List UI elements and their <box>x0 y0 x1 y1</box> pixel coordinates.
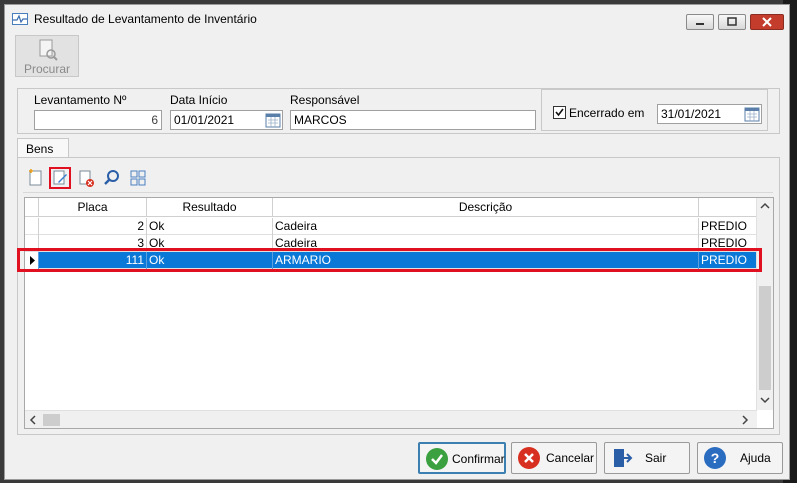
cell-local: PREDIO <box>701 219 748 233</box>
data-inicio-field[interactable]: 01/01/2021 <box>170 110 283 130</box>
encerrado-panel: Encerrado em 31/01/2021 <box>541 89 768 131</box>
selected-row-highlight <box>17 248 762 272</box>
grid-icon <box>130 170 146 186</box>
delete-item-button[interactable] <box>75 167 97 189</box>
col-placa-header[interactable]: Placa <box>39 198 147 217</box>
grid-toolbar <box>23 163 773 193</box>
encerrado-date-value: 31/01/2021 <box>661 107 722 121</box>
vertical-scrollbar[interactable] <box>756 198 773 410</box>
horizontal-scrollbar[interactable] <box>25 410 757 428</box>
check-circle-icon <box>426 448 448 470</box>
cell-descricao: Cadeira <box>273 218 699 235</box>
confirmar-label: Confirmar <box>452 452 505 466</box>
cancelar-button[interactable]: Cancelar <box>511 442 597 474</box>
bens-tab-panel: Placa Resultado Descrição 2 Ok Cadeira P… <box>17 157 780 435</box>
edit-pencil-icon <box>53 170 67 185</box>
col-local-header[interactable] <box>699 198 757 217</box>
minimize-button[interactable] <box>686 14 714 30</box>
col-resultado-header[interactable]: Resultado <box>147 198 273 217</box>
cancel-circle-icon <box>518 447 540 469</box>
ajuda-label: Ajuda <box>740 451 771 465</box>
encerrado-label: Encerrado em <box>569 106 645 120</box>
dialog-window: Resultado de Levantamento de Inventário … <box>4 4 790 480</box>
app-pulse-icon <box>12 13 28 25</box>
encerrado-checkbox[interactable] <box>553 106 566 119</box>
row-indicator <box>25 218 39 235</box>
responsavel-label: Responsável <box>290 93 360 107</box>
cell-resultado: Ok <box>147 218 273 235</box>
calendar-icon[interactable] <box>265 112 281 128</box>
add-document-icon <box>29 169 42 186</box>
window-title: Resultado de Levantamento de Inventário <box>34 12 257 26</box>
exit-door-icon <box>611 447 633 469</box>
horizontal-scroll-thumb[interactable] <box>43 414 60 426</box>
scroll-right-icon[interactable] <box>741 415 749 425</box>
vertical-scroll-thumb[interactable] <box>759 286 771 390</box>
help-circle-icon: ? <box>704 447 726 469</box>
magnifier-icon <box>104 170 119 185</box>
grid-view-button[interactable] <box>127 167 149 189</box>
search-item-button[interactable] <box>101 167 123 189</box>
close-button[interactable] <box>750 14 784 30</box>
add-item-button[interactable] <box>25 167 47 189</box>
maximize-button[interactable] <box>718 14 746 30</box>
procurar-label: Procurar <box>23 62 70 76</box>
delete-document-icon <box>79 170 94 187</box>
table-row[interactable]: 2 Ok Cadeira PREDIO <box>25 218 757 235</box>
responsavel-field[interactable]: MARCOS <box>290 110 536 130</box>
scroll-down-icon[interactable] <box>760 396 770 404</box>
levantamento-label: Levantamento Nº <box>34 93 127 107</box>
scroll-up-icon[interactable] <box>760 202 770 210</box>
col-descricao-header[interactable]: Descrição <box>273 198 699 217</box>
sair-label: Sair <box>645 451 667 465</box>
check-icon <box>555 108 564 117</box>
cell-placa: 2 <box>39 218 147 235</box>
svg-text:?: ? <box>711 450 720 466</box>
encerrado-date-field[interactable]: 31/01/2021 <box>657 104 762 124</box>
data-inicio-value: 01/01/2021 <box>174 113 235 127</box>
title-bar: Resultado de Levantamento de Inventário <box>5 5 789 33</box>
ajuda-button[interactable]: ? Ajuda <box>697 442 783 474</box>
edit-item-button[interactable] <box>49 167 71 189</box>
confirmar-button[interactable]: Confirmar <box>418 442 506 474</box>
cancelar-label: Cancelar <box>546 451 595 465</box>
levantamento-field[interactable]: 6 <box>34 110 162 130</box>
search-document-icon <box>39 39 58 61</box>
calendar-icon[interactable] <box>744 106 760 122</box>
scroll-left-icon[interactable] <box>29 415 37 425</box>
procurar-button[interactable]: Procurar <box>15 35 79 77</box>
row-indicator-header <box>25 198 39 217</box>
tab-bens[interactable]: Bens <box>17 138 69 158</box>
data-inicio-label: Data Início <box>170 93 228 107</box>
grid-header: Placa Resultado Descrição <box>25 198 757 217</box>
sair-button[interactable]: Sair <box>604 442 690 474</box>
bens-grid[interactable]: Placa Resultado Descrição 2 Ok Cadeira P… <box>24 197 774 429</box>
